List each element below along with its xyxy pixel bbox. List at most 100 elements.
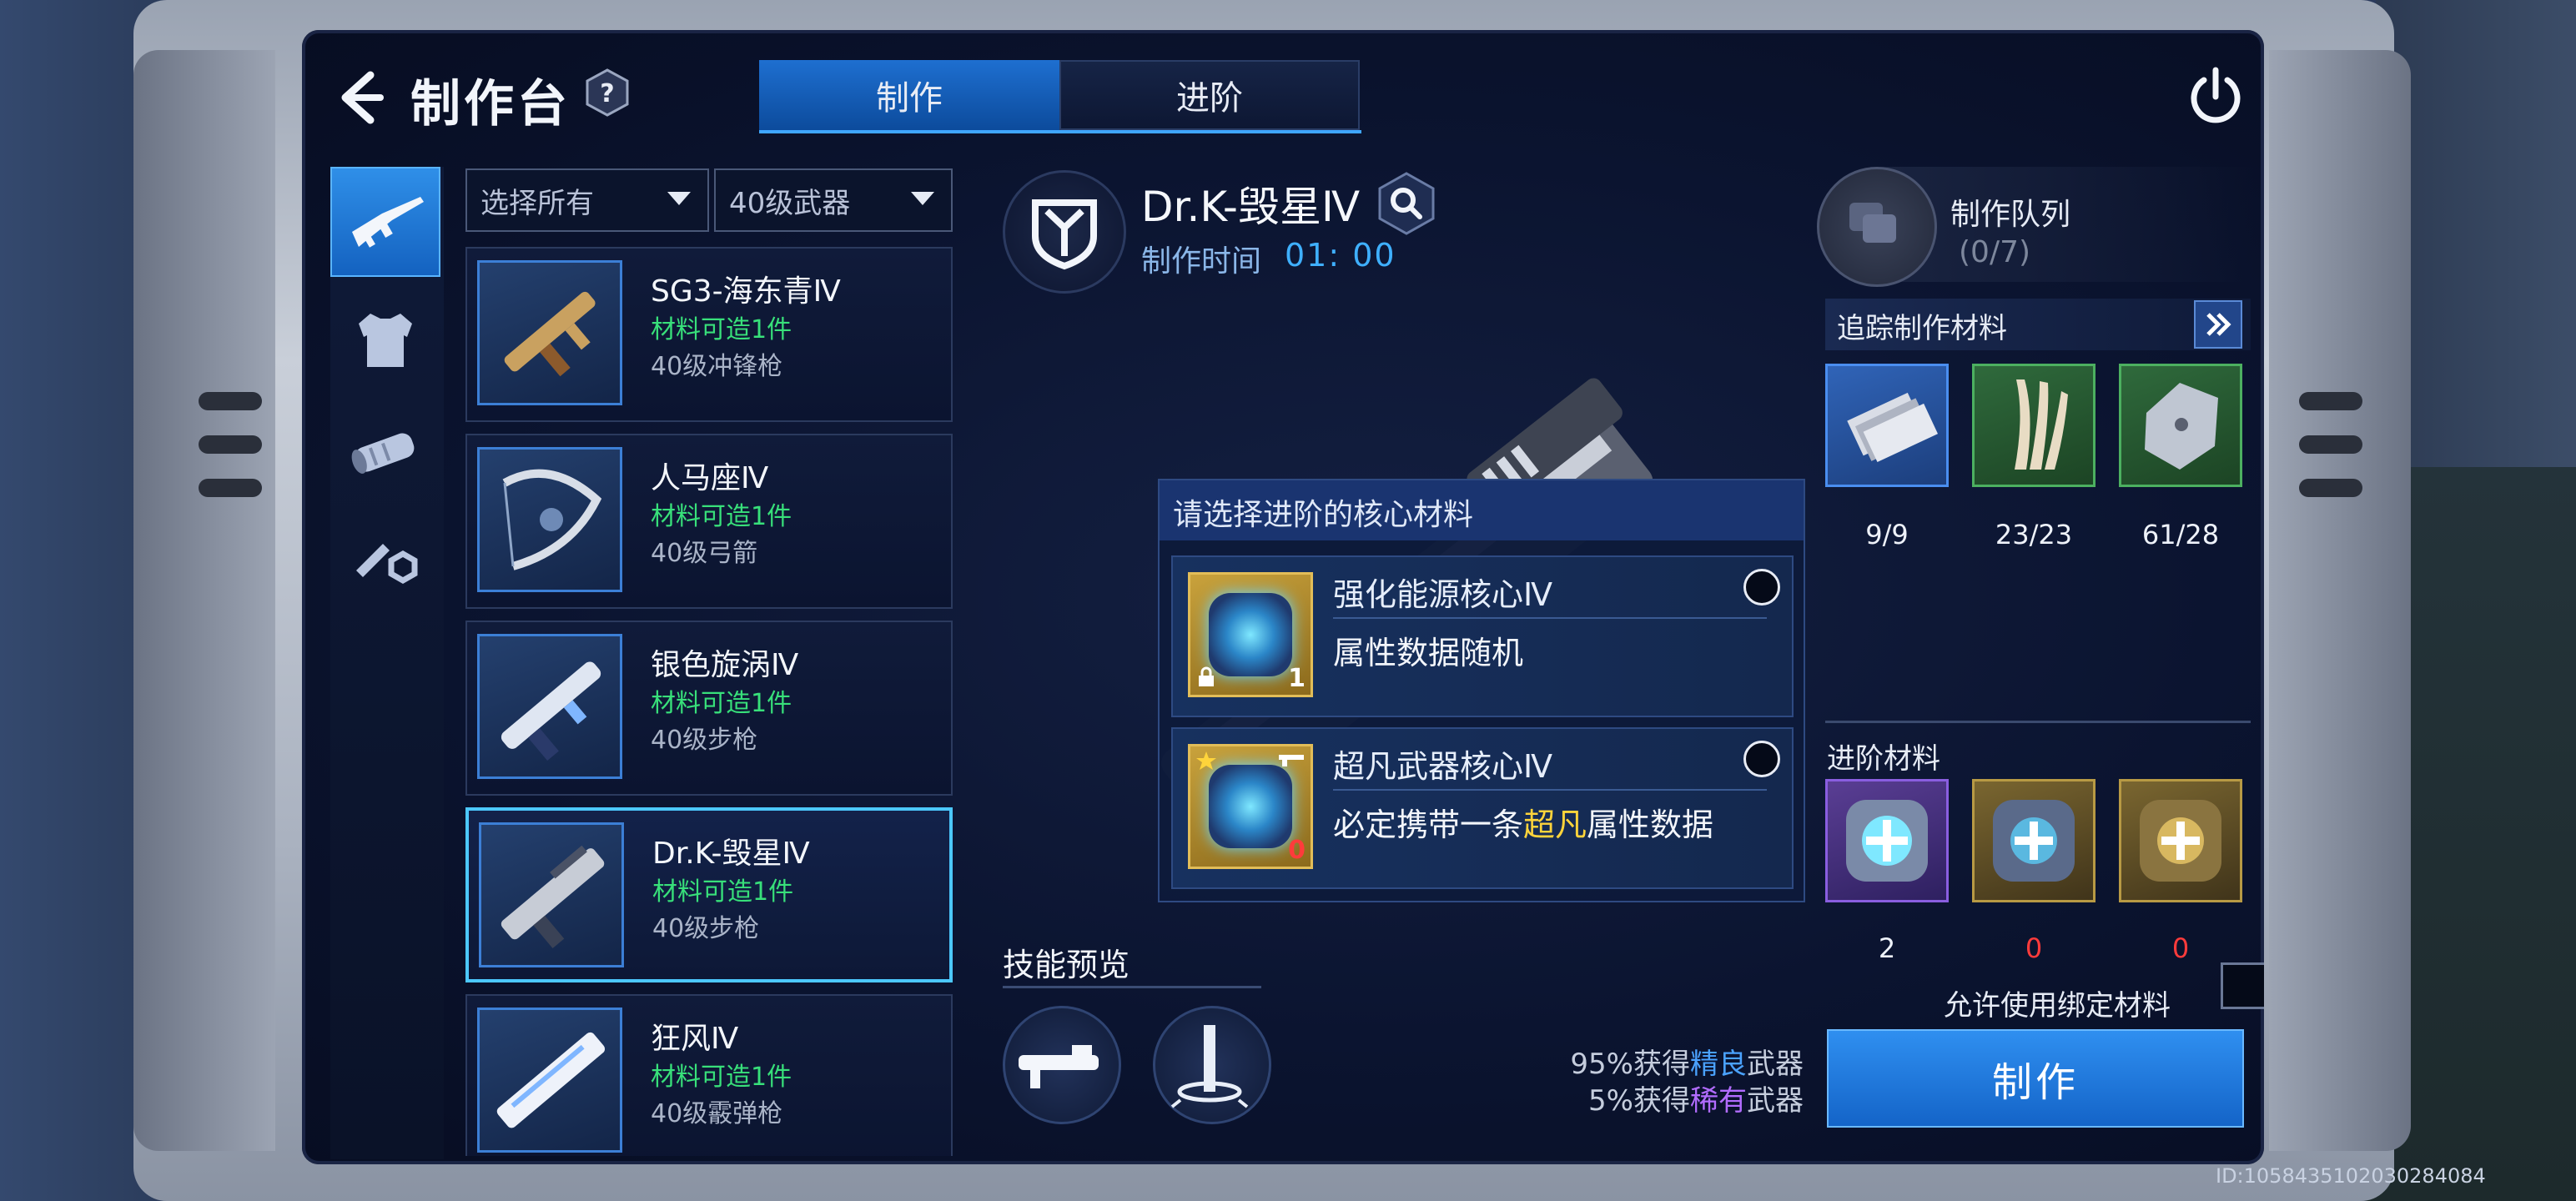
category-attachments[interactable] bbox=[330, 395, 440, 505]
skill-beam-icon[interactable] bbox=[1153, 1006, 1271, 1124]
material-count: 2 bbox=[1878, 932, 1896, 964]
svg-text:?: ? bbox=[600, 79, 614, 108]
core-option-extraordinary[interactable]: 0 超凡武器核心Ⅳ 必定携带一条超凡属性数据 bbox=[1171, 727, 1794, 889]
skill-rifle-icon[interactable] bbox=[1003, 1006, 1121, 1124]
weapon-name: 银色旋涡Ⅳ bbox=[651, 648, 799, 682]
core-crystal bbox=[1209, 765, 1292, 848]
weapon-list-item[interactable]: 人马座Ⅳ 材料可造1件 40级弓箭 bbox=[465, 434, 953, 609]
weapon-list-item[interactable]: 银色旋涡Ⅳ 材料可造1件 40级步枪 bbox=[465, 621, 953, 796]
armor-plate-icon[interactable] bbox=[2119, 364, 2242, 487]
rifle-icon bbox=[352, 197, 424, 248]
tab-advance[interactable]: 进阶 bbox=[1059, 60, 1360, 130]
vent bbox=[2299, 392, 2362, 410]
vent bbox=[2299, 435, 2362, 454]
chevron-down-icon bbox=[667, 192, 691, 205]
advance-materials-label: 进阶材料 bbox=[1827, 742, 1940, 776]
queue-label: 制作队列 bbox=[1950, 198, 2071, 232]
core-option-desc: 必定携带一条超凡属性数据 bbox=[1333, 807, 1714, 843]
material-count: 23/23 bbox=[1995, 519, 2073, 550]
weapon-list-item-selected[interactable]: Dr.K-毁星Ⅳ 材料可造1件 40级步枪 bbox=[465, 807, 953, 982]
help-icon[interactable]: ? bbox=[586, 68, 629, 117]
material-count: 9/9 bbox=[1865, 519, 1909, 550]
device-frame-right bbox=[2269, 50, 2411, 1151]
divider bbox=[1825, 721, 2251, 723]
radio-button[interactable] bbox=[1743, 569, 1780, 606]
core-crystal bbox=[1209, 593, 1292, 676]
weapon-name: SG3-海东青Ⅳ bbox=[651, 274, 841, 309]
tab-bar: 制作 进阶 bbox=[759, 60, 1361, 135]
weapon-list-item[interactable]: SG3-海东青Ⅳ 材料可造1件 40级冲锋枪 bbox=[465, 247, 953, 422]
radio-button[interactable] bbox=[1743, 741, 1780, 777]
smg-thumbnail-icon bbox=[477, 260, 622, 405]
core-option-name: 超凡武器核心Ⅳ bbox=[1333, 748, 1553, 785]
weapon-type: 40级弓箭 bbox=[651, 539, 758, 568]
selected-weapon-name: Dr.K-毁星Ⅳ bbox=[1141, 183, 1361, 231]
bow-thumbnail-icon bbox=[477, 447, 622, 592]
back-arrow-icon[interactable] bbox=[334, 68, 384, 127]
craft-time-value: 01: 00 bbox=[1285, 237, 1396, 274]
weapon-type: 40级步枪 bbox=[652, 914, 760, 943]
weapon-name: 狂风Ⅳ bbox=[651, 1022, 739, 1056]
search-icon[interactable] bbox=[1378, 172, 1435, 235]
double-chevron-right-icon[interactable] bbox=[2194, 300, 2242, 349]
skill-preview-title: 技能预览 bbox=[1003, 947, 1130, 983]
attachment-icon bbox=[351, 433, 415, 474]
claw-icon[interactable] bbox=[1972, 364, 2096, 487]
energy-core-icon: 1 bbox=[1188, 572, 1313, 697]
category-sidebar bbox=[330, 167, 444, 1159]
weapon-type: 40级步枪 bbox=[651, 726, 758, 755]
category-parts[interactable] bbox=[330, 505, 440, 616]
core-select-popup: 请选择进阶的核心材料 1 强化能源核心Ⅳ 属性数据随机 0 超凡武器核心Ⅳ 必定… bbox=[1158, 479, 1805, 902]
material-count: 61/28 bbox=[2141, 519, 2220, 550]
weapon-craftable: 材料可造1件 bbox=[651, 502, 792, 531]
weapon-craftable: 材料可造1件 bbox=[651, 1063, 792, 1092]
divider bbox=[1003, 986, 1261, 988]
tab-craft[interactable]: 制作 bbox=[759, 60, 1059, 130]
craft-button[interactable]: 制作 bbox=[1827, 1029, 2244, 1128]
weapon-name: 人马座Ⅳ bbox=[651, 461, 769, 495]
weapon-list-item[interactable]: 狂风Ⅳ 材料可造1件 40级霰弹枪 bbox=[465, 994, 953, 1156]
vent bbox=[199, 479, 262, 497]
filter-level-dropdown[interactable]: 40级武器 bbox=[714, 168, 953, 232]
category-armor[interactable] bbox=[330, 285, 440, 395]
core-gold-icon[interactable] bbox=[2119, 779, 2242, 902]
gun-badge-icon bbox=[1279, 755, 1304, 766]
highlight-text: 超凡 bbox=[1523, 807, 1587, 843]
vent bbox=[2299, 479, 2362, 497]
star-icon bbox=[1196, 751, 1216, 770]
core-count: 1 bbox=[1288, 664, 1306, 693]
weapon-name: Dr.K-毁星Ⅳ bbox=[652, 837, 810, 871]
weapon-core-icon: 0 bbox=[1188, 744, 1313, 869]
category-weapons[interactable] bbox=[330, 167, 440, 277]
filter-scope-value: 选择所有 bbox=[480, 186, 594, 220]
power-icon[interactable] bbox=[2184, 65, 2247, 128]
shotgun-thumbnail-icon bbox=[477, 1008, 622, 1153]
weapon-craftable: 材料可造1件 bbox=[652, 877, 794, 907]
core-option-energy[interactable]: 1 强化能源核心Ⅳ 属性数据随机 bbox=[1171, 555, 1794, 717]
vent bbox=[199, 435, 262, 454]
armor-icon bbox=[359, 314, 412, 367]
divider bbox=[1333, 617, 1767, 619]
bind-material-checkbox[interactable] bbox=[2221, 962, 2264, 1009]
filter-scope-dropdown[interactable]: 选择所有 bbox=[465, 168, 709, 232]
vent bbox=[199, 392, 262, 410]
popup-title: 请选择进阶的核心材料 bbox=[1173, 498, 1474, 532]
weapon-list[interactable]: SG3-海东青Ⅳ 材料可造1件 40级冲锋枪 人马座Ⅳ 材料可造1件 40级弓箭… bbox=[465, 247, 953, 1156]
metal-plates-icon[interactable] bbox=[1825, 364, 1949, 487]
material-count: 0 bbox=[2025, 932, 2043, 964]
rate-rare: 5%获得稀有武器 bbox=[1588, 1084, 1804, 1118]
rate-fine: 95%获得精良武器 bbox=[1570, 1048, 1804, 1081]
weapon-craftable: 材料可造1件 bbox=[651, 315, 792, 344]
page-title: 制作台 bbox=[410, 75, 571, 133]
popup-header: 请选择进阶的核心材料 bbox=[1160, 480, 1804, 540]
device-frame-left bbox=[133, 50, 275, 1151]
queue-count: (0/7) bbox=[1959, 235, 2031, 269]
core-option-desc: 属性数据随机 bbox=[1333, 635, 1524, 671]
tab-underline bbox=[759, 130, 1361, 133]
material-count: 0 bbox=[2171, 932, 2190, 964]
core-gold-icon[interactable] bbox=[1972, 779, 2096, 902]
queue-icon[interactable] bbox=[1817, 167, 1937, 287]
core-purple-icon[interactable] bbox=[1825, 779, 1949, 902]
faction-emblem-icon bbox=[1003, 170, 1126, 294]
weapon-type: 40级冲锋枪 bbox=[651, 352, 783, 381]
